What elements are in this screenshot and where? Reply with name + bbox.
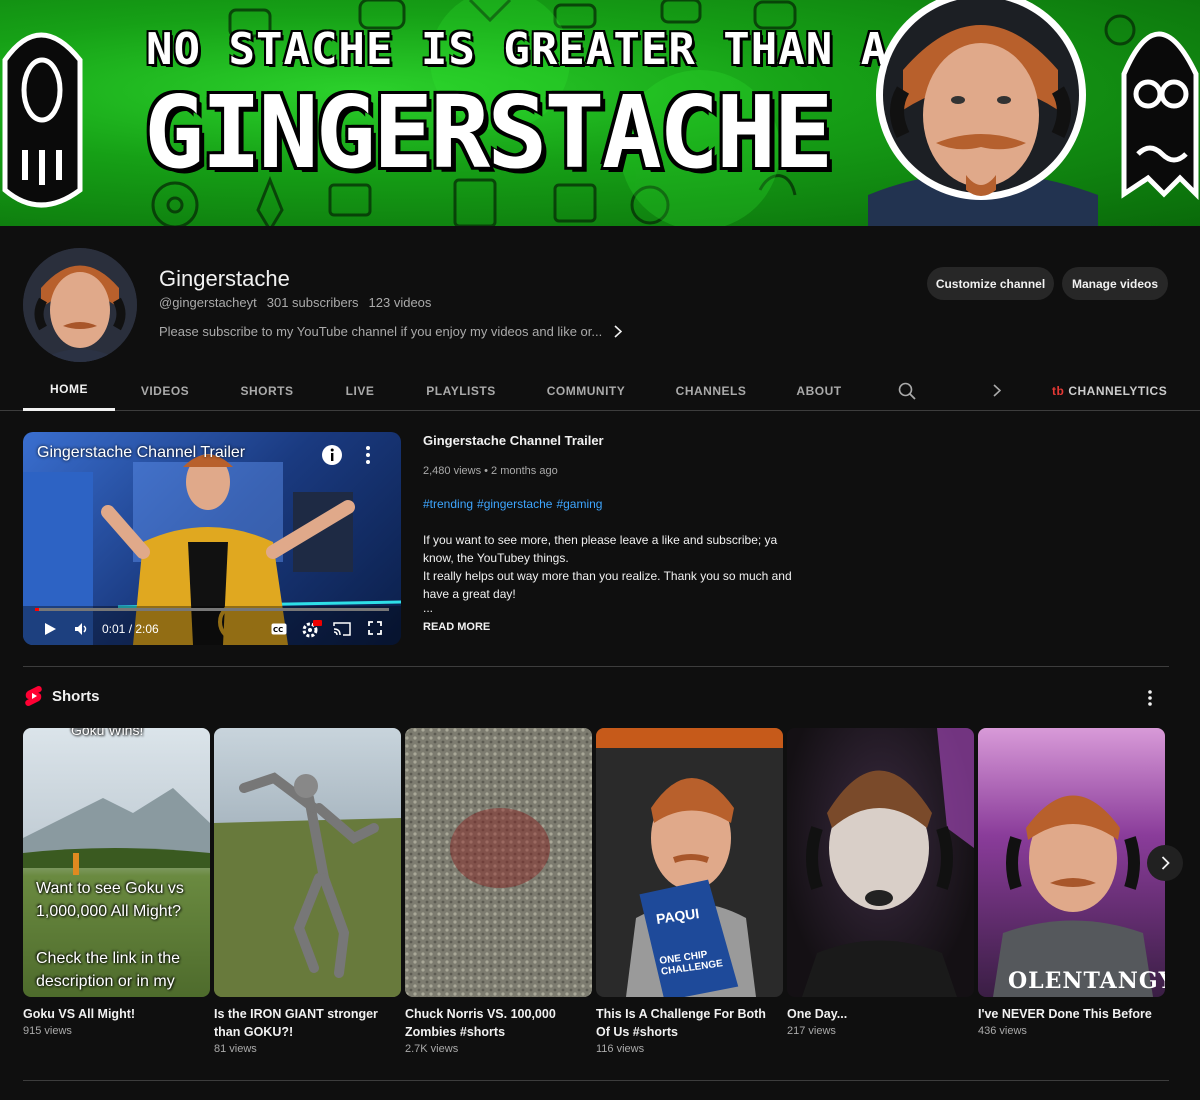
trailer-description: If you want to see more, then please lea… bbox=[423, 531, 793, 615]
short-views: 217 views bbox=[787, 1025, 836, 1037]
shorts-heading: Shorts bbox=[52, 687, 100, 705]
section-divider bbox=[23, 666, 1169, 667]
channel-description-text: Please subscribe to my YouTube channel i… bbox=[159, 324, 603, 339]
tabs-scroll-right-icon[interactable] bbox=[986, 370, 1008, 411]
shorts-next-button[interactable] bbox=[1147, 845, 1183, 881]
short-title: Chuck Norris VS. 100,000 Zombies #shorts bbox=[405, 1007, 556, 1039]
channel-tabs: HOME VIDEOS SHORTS LIVE PLAYLISTS COMMUN… bbox=[0, 370, 1200, 411]
short-views: 915 views bbox=[23, 1025, 72, 1037]
hashtag-link[interactable]: #gaming bbox=[556, 497, 602, 511]
player-time: 0:01 / 2:06 bbox=[102, 622, 159, 636]
short-title: This Is A Challenge For Both Of Us #shor… bbox=[596, 1007, 766, 1039]
video-count: 123 videos bbox=[368, 295, 432, 310]
settings-gear-icon[interactable] bbox=[302, 620, 322, 638]
trailer-hashtags: #trending #gingerstache #gaming bbox=[423, 497, 602, 511]
mushroom-graphic-left bbox=[2, 32, 83, 208]
short-thumbnail: OLENTANGY bbox=[978, 728, 1165, 997]
short-card[interactable]: Is the IRON GIANT stronger than GOKU?! 8… bbox=[214, 728, 401, 1055]
channel-banner: NO STACHE IS GREATER THAN A GINGERSTACHE bbox=[0, 0, 1200, 226]
short-thumbnail: Goku Wins! Want to see Goku vs 1,000,000… bbox=[23, 728, 210, 997]
channel-avatar[interactable] bbox=[23, 248, 137, 362]
tab-home[interactable]: HOME bbox=[23, 370, 115, 411]
chevron-right-icon bbox=[1161, 856, 1170, 870]
svg-text:CC: CC bbox=[273, 626, 283, 634]
short-card[interactable]: Goku Wins! Want to see Goku vs 1,000,000… bbox=[23, 728, 210, 1037]
captions-icon[interactable]: CC bbox=[271, 623, 287, 635]
read-more-button[interactable]: READ MORE bbox=[423, 621, 490, 633]
channel-handle: @gingerstacheyt bbox=[159, 295, 257, 310]
tab-videos[interactable]: VIDEOS bbox=[130, 370, 200, 411]
tab-playlists[interactable]: PLAYLISTS bbox=[420, 370, 502, 411]
avatar-image bbox=[23, 248, 137, 362]
trailer-meta: 2,480 views • 2 months ago bbox=[423, 465, 558, 477]
short-title: One Day... bbox=[787, 1007, 848, 1021]
cast-icon[interactable] bbox=[333, 622, 351, 636]
channel-meta: @gingerstacheyt 301 subscribers 123 vide… bbox=[159, 295, 431, 310]
play-icon[interactable] bbox=[43, 622, 57, 636]
short-views: 2.7K views bbox=[405, 1043, 459, 1055]
short-overlay-caption: Check the link in the description or in … bbox=[36, 950, 181, 990]
short-views: 81 views bbox=[214, 1043, 257, 1055]
tab-about[interactable]: ABOUT bbox=[790, 370, 848, 411]
short-thumbnail bbox=[787, 728, 974, 997]
shorts-logo-icon bbox=[25, 686, 42, 706]
shorts-more-icon[interactable] bbox=[1146, 689, 1154, 707]
customize-channel-button[interactable]: Customize channel bbox=[927, 267, 1054, 300]
player-title: Gingerstache Channel Trailer bbox=[37, 444, 246, 461]
banner-portrait-image bbox=[868, 0, 1098, 226]
short-title: Is the IRON GIANT stronger than GOKU?! bbox=[214, 1007, 378, 1039]
tab-community[interactable]: COMMUNITY bbox=[540, 370, 632, 411]
short-thumbnail: PAQUI ONE CHIP CHALLENGE bbox=[596, 728, 783, 997]
short-card[interactable]: One Day... 217 views bbox=[787, 728, 974, 1037]
short-thumbnail bbox=[214, 728, 401, 997]
trailer-description-line: It really helps out way more than you re… bbox=[423, 569, 792, 601]
progress-played bbox=[35, 608, 39, 611]
short-overlay-caption: Goku Wins! bbox=[71, 728, 144, 738]
trailer-title[interactable]: Gingerstache Channel Trailer bbox=[423, 433, 604, 448]
short-card[interactable]: PAQUI ONE CHIP CHALLENGE This Is A Chall… bbox=[596, 728, 783, 1055]
trailer-description-line: If you want to see more, then please lea… bbox=[423, 533, 778, 565]
short-thumbnail bbox=[405, 728, 592, 997]
tab-shorts[interactable]: SHORTS bbox=[232, 370, 302, 411]
tab-live[interactable]: LIVE bbox=[335, 370, 385, 411]
trailer-video-player[interactable]: Gingerstache Channel Trailer 0:01 / 2:06… bbox=[23, 432, 401, 645]
fullscreen-icon[interactable] bbox=[368, 621, 382, 635]
channelytics-label: CHANNELYTICS bbox=[1068, 383, 1168, 398]
short-overlay-caption: Want to see Goku vs 1,000,000 All Might? bbox=[36, 880, 184, 920]
channelytics-logo-icon: tb bbox=[1052, 383, 1065, 398]
banner-headline: GINGERSTACHE bbox=[144, 74, 833, 191]
shorts-section-header: Shorts bbox=[25, 686, 100, 706]
short-card[interactable]: Chuck Norris VS. 100,000 Zombies #shorts… bbox=[405, 728, 592, 1055]
more-vert-icon[interactable] bbox=[363, 444, 373, 466]
chevron-right-icon bbox=[614, 325, 623, 338]
hashtag-link[interactable]: #trending bbox=[423, 497, 473, 511]
short-views: 436 views bbox=[978, 1025, 1027, 1037]
channel-description[interactable]: Please subscribe to my YouTube channel i… bbox=[159, 324, 623, 339]
hashtag-link[interactable]: #gingerstache bbox=[477, 497, 552, 511]
volume-icon[interactable] bbox=[74, 622, 90, 636]
shirt-text: OLENTANGY bbox=[1008, 968, 1165, 994]
banner-tagline: NO STACHE IS GREATER THAN A bbox=[146, 24, 889, 75]
section-divider bbox=[23, 1080, 1169, 1081]
manage-videos-button[interactable]: Manage videos bbox=[1062, 267, 1168, 300]
ghost-graphic-right bbox=[1121, 31, 1199, 201]
short-title: I've NEVER Done This Before bbox=[978, 1007, 1152, 1021]
trailer-description-ellipsis: ... bbox=[423, 601, 434, 615]
search-icon[interactable] bbox=[893, 370, 921, 411]
info-icon[interactable] bbox=[321, 444, 343, 466]
short-views: 116 views bbox=[596, 1043, 645, 1055]
subscriber-count: 301 subscribers bbox=[266, 295, 359, 310]
short-title: Goku VS All Might! bbox=[23, 1007, 136, 1021]
channel-name: Gingerstache bbox=[159, 266, 290, 291]
short-card[interactable]: OLENTANGY I've NEVER Done This Before 43… bbox=[978, 728, 1165, 1037]
tab-channels[interactable]: CHANNELS bbox=[670, 370, 752, 411]
channelytics-button[interactable]: tb CHANNELYTICS bbox=[1052, 370, 1167, 411]
